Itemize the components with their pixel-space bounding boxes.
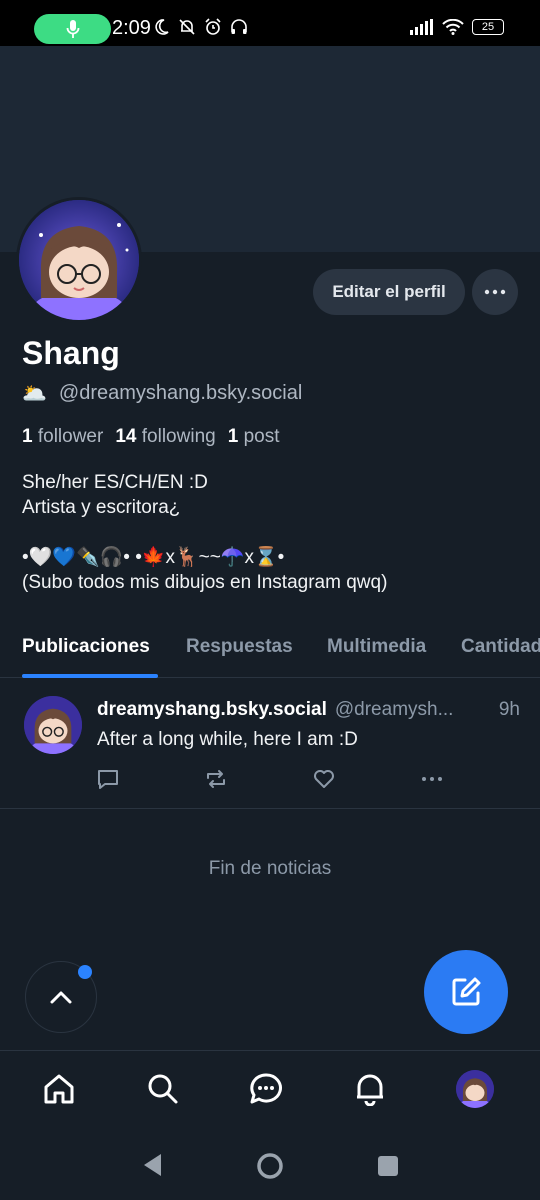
bell-off-icon bbox=[179, 19, 195, 35]
posts-label: post bbox=[243, 426, 280, 447]
post-text: After a long while, here I am :D bbox=[97, 729, 358, 750]
wifi-icon bbox=[442, 19, 464, 35]
post-handle[interactable]: @dreamysh... bbox=[335, 699, 454, 721]
followers-count: 1 bbox=[22, 426, 33, 447]
nav-chat[interactable] bbox=[246, 1069, 286, 1109]
feed-end-text: Fin de noticias bbox=[208, 858, 332, 879]
posts-count: 1 bbox=[227, 426, 239, 447]
mic-indicator[interactable] bbox=[34, 14, 111, 44]
tab-cantidad[interactable]: Cantidad bbox=[461, 636, 540, 658]
compose-icon bbox=[452, 977, 481, 1006]
post-author[interactable]: dreamyshang.bsky.social bbox=[97, 699, 327, 721]
followers-stat[interactable]: 1 follower bbox=[22, 426, 103, 448]
repost-icon[interactable] bbox=[204, 767, 228, 791]
profile-bio: She/her ES/CH/EN :D Artista y escritora¿… bbox=[22, 472, 388, 593]
handle-row: 🌥️ @dreamyshang.bsky.social bbox=[22, 381, 302, 406]
post-time[interactable]: 9h bbox=[492, 699, 520, 721]
edit-profile-button[interactable]: Editar el perfil bbox=[313, 269, 465, 315]
profile-stats: 1 follower 14 following 1 post bbox=[22, 426, 279, 448]
avatar-illustration bbox=[19, 200, 139, 320]
nav-home[interactable] bbox=[39, 1069, 79, 1109]
avatar-illustration bbox=[456, 1070, 494, 1108]
active-tab-indicator bbox=[22, 674, 158, 678]
display-name: Shang bbox=[22, 335, 120, 371]
bottom-navigation bbox=[0, 1050, 540, 1130]
following-count: 14 bbox=[115, 426, 137, 447]
tab-publicaciones[interactable]: Publicaciones bbox=[22, 636, 150, 658]
tab-multimedia[interactable]: Multimedia bbox=[327, 636, 426, 658]
nav-search[interactable] bbox=[143, 1069, 183, 1109]
following-label: following bbox=[141, 426, 216, 447]
profile-handle[interactable]: @dreamyshang.bsky.social bbox=[59, 382, 302, 405]
new-posts-dot bbox=[78, 965, 92, 979]
battery-level: 25 bbox=[481, 20, 495, 33]
bell-icon bbox=[357, 1074, 383, 1106]
headphones-icon bbox=[231, 19, 247, 34]
search-icon bbox=[148, 1074, 178, 1104]
feed-post[interactable]: dreamyshang.bsky.social @dreamysh... 9h … bbox=[0, 679, 540, 809]
posts-stat: 1 post bbox=[228, 426, 280, 448]
post-actions bbox=[96, 767, 456, 791]
handle-emoji: 🌥️ bbox=[22, 383, 47, 405]
profile-avatar[interactable] bbox=[16, 197, 142, 323]
nav-notifications[interactable] bbox=[350, 1069, 390, 1109]
status-bar: 2:09 25 bbox=[0, 0, 540, 46]
like-icon[interactable] bbox=[312, 767, 336, 791]
avatar-illustration bbox=[24, 696, 82, 754]
chat-icon bbox=[250, 1073, 282, 1104]
followers-label: follower bbox=[37, 426, 104, 447]
profile-nav-avatar bbox=[456, 1070, 494, 1108]
mic-icon bbox=[66, 20, 79, 38]
following-stat[interactable]: 14 following bbox=[115, 426, 215, 448]
reply-icon[interactable] bbox=[96, 767, 120, 791]
more-options-button[interactable] bbox=[472, 269, 518, 315]
profile-tabs: Publicaciones Respuestas Multimedia Cant… bbox=[0, 620, 540, 678]
home-icon bbox=[44, 1074, 74, 1104]
system-navigation bbox=[0, 1130, 540, 1200]
back-icon[interactable] bbox=[141, 1152, 163, 1178]
scroll-to-top-button[interactable] bbox=[25, 961, 97, 1033]
signal-icon bbox=[410, 19, 433, 35]
more-icon bbox=[484, 289, 506, 295]
battery-icon: 25 bbox=[472, 19, 504, 35]
alarm-icon bbox=[205, 18, 221, 35]
compose-button[interactable] bbox=[424, 950, 508, 1034]
recents-icon[interactable] bbox=[377, 1155, 399, 1177]
chevron-up-icon bbox=[50, 991, 72, 1004]
post-more-icon[interactable] bbox=[420, 767, 444, 791]
tab-respuestas[interactable]: Respuestas bbox=[186, 636, 293, 658]
post-header: dreamyshang.bsky.social @dreamysh... bbox=[97, 699, 522, 721]
post-avatar[interactable] bbox=[24, 696, 82, 754]
home-circle-icon[interactable] bbox=[256, 1152, 284, 1180]
moon-icon bbox=[155, 19, 169, 35]
status-time: 2:09 bbox=[112, 17, 151, 39]
nav-profile[interactable] bbox=[455, 1069, 495, 1109]
